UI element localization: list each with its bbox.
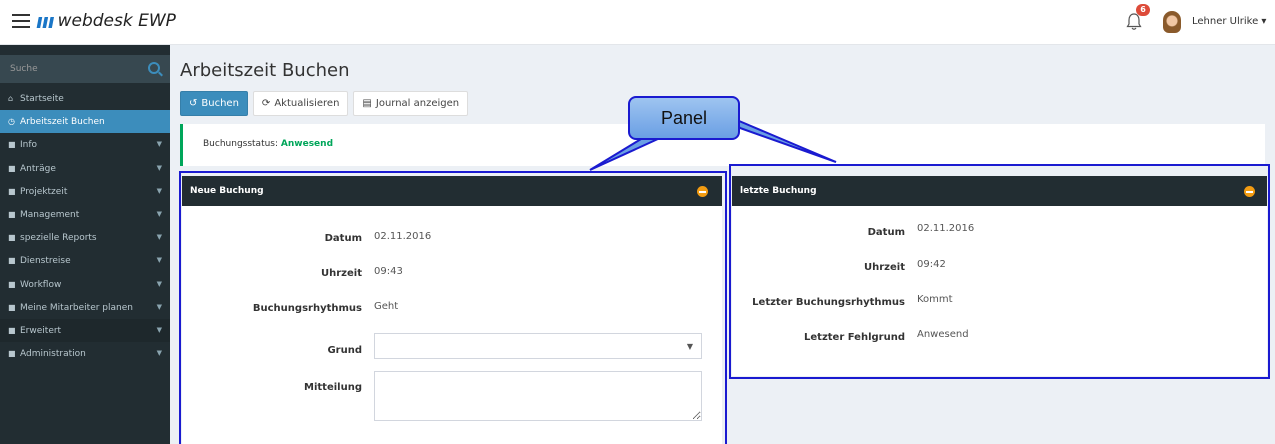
notification-badge: 6	[1136, 4, 1150, 16]
sidebar-item-label: Erweitert	[20, 325, 62, 336]
chevron-down-icon: ▼	[156, 256, 162, 265]
chevron-down-icon: ▼	[156, 325, 162, 334]
journal-button-label: Journal anzeigen	[375, 98, 460, 109]
hamburger-menu-icon[interactable]	[12, 14, 30, 28]
sidebar-search	[0, 55, 170, 83]
sidebar-item-workflow[interactable]: ■ Workflow ▼	[0, 273, 170, 296]
aktualisieren-button-label: Aktualisieren	[274, 98, 340, 109]
folder-icon: ■	[8, 302, 16, 312]
folder-icon: ■	[8, 140, 16, 150]
sidebar-item-label: Startseite	[20, 94, 64, 104]
sidebar-item-label: Dienstreise	[20, 256, 71, 267]
sidebar-item-antraege[interactable]: ■ Anträge ▼	[0, 157, 170, 180]
refresh-icon: ⟳	[261, 98, 271, 109]
chevron-down-icon: ▼	[156, 349, 162, 358]
sidebar-item-projektzeit[interactable]: ■ Projektzeit ▼	[0, 180, 170, 203]
sidebar-item-label: Anträge	[20, 163, 56, 174]
folder-icon: ■	[8, 233, 16, 243]
search-icon[interactable]	[148, 62, 160, 74]
sidebar-item-startseite[interactable]: ⌂ Startseite	[0, 87, 170, 110]
sidebar-item-arbeitszeit-buchen[interactable]: ◷ Arbeitszeit Buchen	[0, 110, 170, 134]
chevron-down-icon: ▼	[156, 186, 162, 195]
annotation-outline-left	[179, 171, 727, 444]
chevron-down-icon: ▼	[156, 279, 162, 288]
app-title: webdesk EWP	[57, 11, 176, 31]
page-title: Arbeitszeit Buchen	[180, 60, 350, 81]
folder-icon: ■	[8, 186, 16, 196]
buchen-button-label: Buchen	[201, 98, 239, 109]
sidebar-item-management[interactable]: ■ Management ▼	[0, 203, 170, 226]
folder-icon: ■	[8, 209, 16, 219]
aktualisieren-button[interactable]: ⟳ Aktualisieren	[252, 91, 349, 116]
home-icon: ⌂	[8, 94, 14, 103]
sidebar-item-spezielle-reports[interactable]: ■ spezielle Reports ▼	[0, 226, 170, 249]
journal-anzeigen-button[interactable]: ▤ Journal anzeigen	[353, 91, 469, 116]
sidebar-item-erweitert[interactable]: ■ Erweitert ▼	[0, 318, 170, 343]
sidebar-item-meine-mitarbeiter-planen[interactable]: ■ Meine Mitarbeiter planen ▼	[0, 296, 170, 319]
folder-icon: ■	[8, 163, 16, 173]
undo-icon: ↺	[189, 98, 198, 109]
list-icon: ▤	[362, 98, 372, 109]
sidebar-item-label: spezielle Reports	[20, 233, 97, 244]
sidebar-item-administration[interactable]: ■ Administration ▼	[0, 342, 170, 365]
annotation-callout: Panel	[628, 96, 740, 140]
sidebar-item-label: Projektzeit	[20, 186, 68, 197]
clock-icon: ◷	[8, 117, 15, 127]
sidebar-item-label: Meine Mitarbeiter planen	[20, 302, 133, 313]
buchen-button[interactable]: ↺ Buchen	[180, 91, 248, 116]
sidebar-item-label: Workflow	[20, 279, 62, 290]
folder-icon: ■	[8, 279, 16, 289]
status-label: Buchungsstatus:	[203, 139, 279, 149]
chevron-down-icon: ▼	[156, 209, 162, 218]
sidebar-item-label: Info	[20, 140, 38, 151]
folder-icon: ■	[8, 349, 16, 359]
sidebar-item-dienstreise[interactable]: ■ Dienstreise ▼	[0, 249, 170, 272]
sidebar: ⌂ Startseite ◷ Arbeitszeit Buchen ■ Info ▼ ■…	[0, 45, 170, 444]
chevron-down-icon: ▼	[156, 302, 162, 311]
chevron-down-icon: ▼	[156, 163, 162, 172]
sidebar-item-label: Arbeitszeit Buchen	[20, 117, 105, 128]
sidebar-item-label: Administration	[20, 349, 86, 360]
sidebar-item-info[interactable]: ■ Info ▼	[0, 133, 170, 156]
avatar[interactable]	[1163, 11, 1181, 33]
app-logo[interactable]: ııı webdesk EWP	[36, 9, 176, 33]
sidebar-item-label: Management	[20, 209, 80, 220]
annotation-outline-right	[729, 164, 1270, 379]
folder-icon: ■	[8, 256, 16, 266]
search-input[interactable]	[0, 55, 140, 83]
user-menu[interactable]: Lehner Ulrike ▾	[1192, 16, 1266, 27]
booking-status: Buchungsstatus: Anwesend	[203, 139, 333, 149]
top-navbar: ııı webdesk EWP 6 Lehner Ulrike ▾	[0, 0, 1275, 45]
chevron-down-icon: ▼	[156, 233, 162, 242]
status-badge: Anwesend	[280, 139, 334, 149]
chevron-down-icon: ▼	[156, 140, 162, 149]
toolbar: ↺ Buchen ⟳ Aktualisieren ▤ Journal anzeigen	[180, 91, 473, 116]
folder-icon: ■	[8, 325, 16, 335]
logo-mark: ııı	[36, 9, 55, 33]
sidebar-nav: ⌂ Startseite ◷ Arbeitszeit Buchen ■ Info ▼ ■…	[0, 87, 170, 365]
